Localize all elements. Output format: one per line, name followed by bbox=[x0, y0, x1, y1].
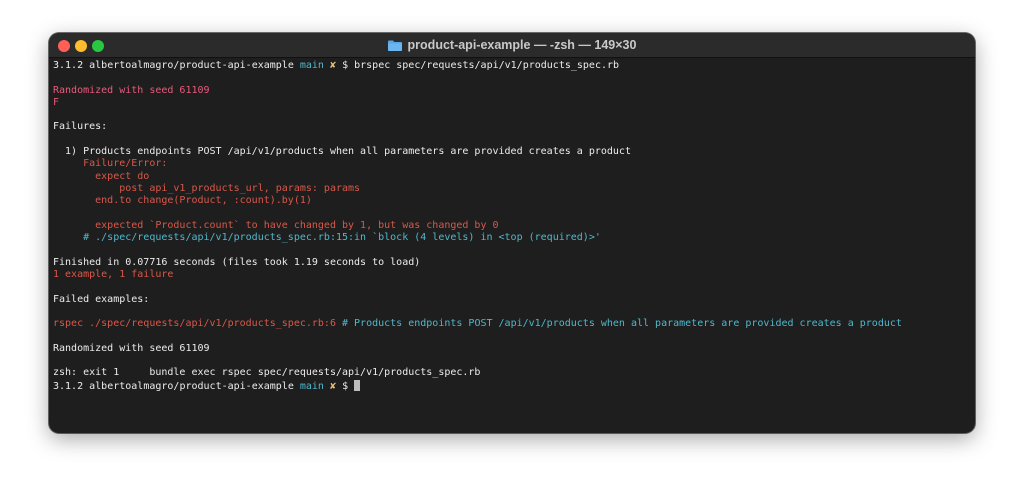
prompt-line: 3.1.2 albertoalmagro/product-api-example… bbox=[53, 379, 969, 392]
failed-examples-header: Failed examples: bbox=[53, 293, 150, 305]
seed-line-2: Randomized with seed 61109 bbox=[53, 342, 210, 354]
code-line: end.to change(Product, :count).by(1) bbox=[53, 195, 312, 207]
rerun-comment: # Products endpoints POST /api/v1/produc… bbox=[335, 318, 902, 330]
command-text: brspec spec/requests/api/v1/products_spe… bbox=[354, 60, 620, 71]
title-bar[interactable]: product-api-example — -zsh — 149×30 bbox=[49, 33, 975, 58]
text-cursor[interactable] bbox=[354, 379, 361, 391]
ruby-version: 3.1.2 bbox=[53, 60, 84, 71]
rerun-line: rspec ./spec/requests/api/v1/products_sp… bbox=[53, 318, 969, 330]
terminal-output[interactable]: 3.1.2 albertoalmagro/product-api-example… bbox=[53, 60, 969, 428]
ruby-version: 3.1.2 bbox=[53, 380, 84, 392]
code-line: post api_v1_products_url, params: params bbox=[53, 182, 361, 194]
exit-line: zsh: exit 1 bundle exec rspec spec/reque… bbox=[53, 367, 481, 379]
git-branch: main bbox=[299, 60, 324, 71]
window-title-text: product-api-example — -zsh — 149×30 bbox=[407, 38, 637, 52]
rerun-command: rspec ./spec/requests/api/v1/products_sp… bbox=[53, 318, 336, 330]
finished-line: Finished in 0.07716 seconds (files took … bbox=[53, 256, 421, 268]
expected-message: expected `Product.count` to have changed… bbox=[53, 219, 499, 231]
git-branch: main bbox=[299, 380, 324, 392]
failure-error: Failure/Error: bbox=[53, 158, 168, 170]
prompt-path: albertoalmagro/product-api-example bbox=[89, 60, 294, 71]
prompt-line: 3.1.2 albertoalmagro/product-api-example… bbox=[53, 60, 969, 72]
seed-line: Randomized with seed 61109 bbox=[53, 84, 210, 96]
code-line: expect do bbox=[53, 170, 150, 182]
folder-icon bbox=[387, 40, 402, 51]
backtrace-line: # ./spec/requests/api/v1/products_spec.r… bbox=[53, 232, 601, 244]
failures-header: Failures: bbox=[53, 121, 108, 133]
prompt-path: albertoalmagro/product-api-example bbox=[89, 380, 294, 392]
terminal-window: product-api-example — -zsh — 149×30 3.1.… bbox=[49, 33, 975, 433]
summary-line: 1 example, 1 failure bbox=[53, 269, 174, 281]
failure-title: 1) Products endpoints POST /api/v1/produ… bbox=[53, 146, 631, 158]
progress-line: F bbox=[53, 96, 60, 108]
window-title: product-api-example — -zsh — 149×30 bbox=[49, 33, 975, 57]
